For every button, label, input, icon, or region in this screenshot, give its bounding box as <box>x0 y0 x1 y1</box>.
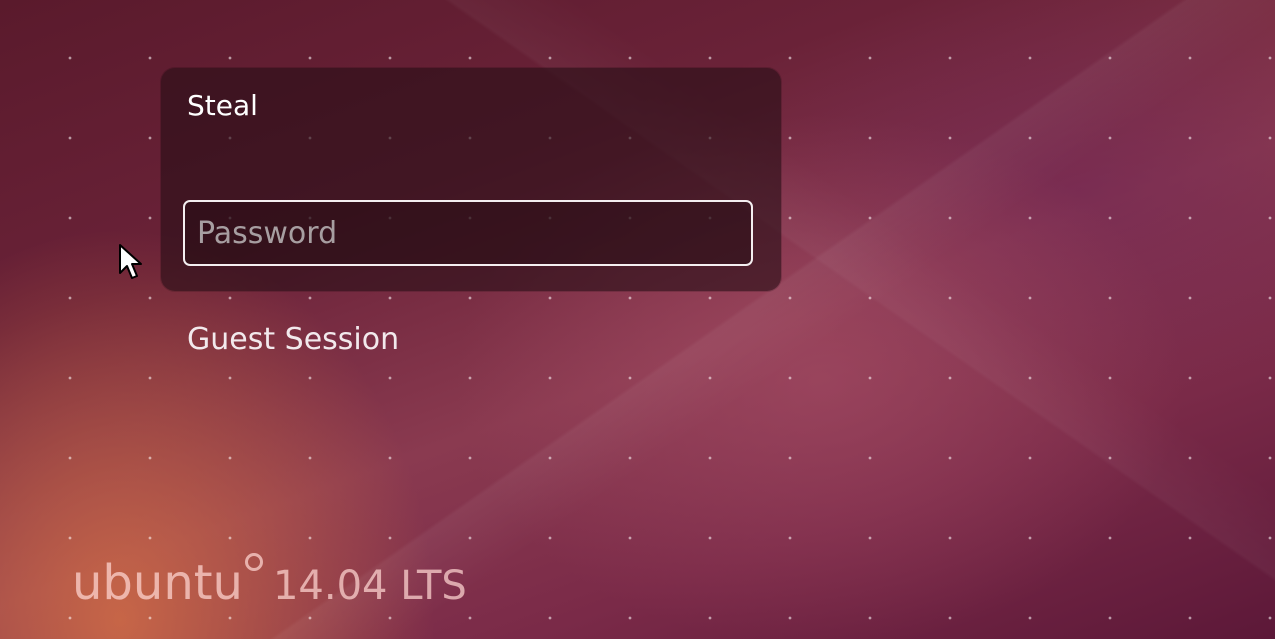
guest-session-option[interactable]: Guest Session <box>187 320 399 360</box>
ubuntu-circle-of-friends-icon <box>244 553 263 571</box>
mouse-pointer-icon <box>119 244 142 279</box>
ubuntu-logo: ubuntu 14.04 LTS <box>72 553 467 611</box>
brand-wordmark: ubuntu <box>72 555 243 611</box>
version-label: 14.04 LTS <box>272 563 467 609</box>
login-panel: Steal <box>161 68 781 291</box>
password-input[interactable] <box>183 200 753 266</box>
user-name[interactable]: Steal <box>187 88 258 124</box>
